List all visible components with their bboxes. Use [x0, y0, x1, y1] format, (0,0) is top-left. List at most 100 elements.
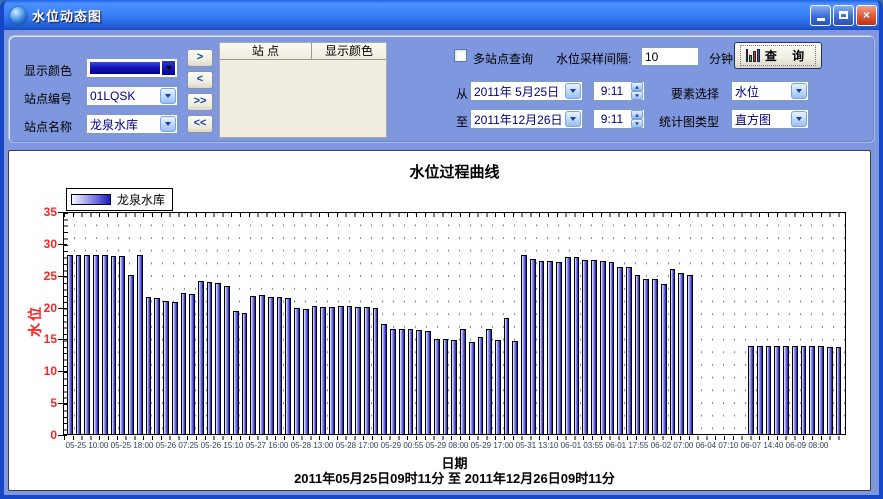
x-tick-label: 05-25 10:00 [66, 441, 109, 450]
bar [486, 329, 492, 434]
bar [670, 269, 676, 434]
interval-input[interactable] [641, 47, 699, 66]
chevron-down-icon[interactable] [160, 88, 176, 104]
to-time-spinner[interactable]: 9:11 [593, 109, 645, 129]
chevron-down-icon[interactable] [160, 116, 176, 132]
bar [242, 313, 248, 434]
bar [652, 279, 658, 434]
chevron-down-icon[interactable] [791, 83, 807, 99]
remove-station-button[interactable]: < [187, 71, 213, 89]
bar [836, 347, 842, 434]
interval-unit-label: 分钟 [709, 50, 733, 67]
bar [119, 256, 125, 434]
y-tick-mark [58, 371, 67, 372]
x-tick-label: 05-29 08:00 [426, 441, 469, 450]
bar [530, 259, 536, 434]
bar [495, 340, 501, 434]
bar [381, 324, 387, 435]
from-label: 从 [456, 85, 468, 102]
bar [661, 284, 667, 434]
bar [478, 337, 484, 434]
bar-series [65, 213, 844, 434]
multi-station-checkbox[interactable] [454, 49, 467, 62]
station-name-combobox[interactable]: 龙泉水库 [86, 114, 178, 134]
bar [154, 298, 160, 434]
spinner-arrows-icon[interactable] [630, 110, 644, 128]
x-tick-label: 06-01 17:55 [606, 441, 649, 450]
bar [617, 267, 623, 434]
bar [626, 267, 632, 434]
y-tick-mark [58, 212, 67, 213]
maximize-button[interactable] [833, 5, 854, 26]
y-tick-mark [58, 435, 67, 436]
query-form-panel: 显示颜色 站点编号 01LQSK 站点名称 龙泉水库 > < >> << [8, 35, 875, 143]
query-button[interactable]: 查 询 [734, 42, 822, 69]
bar [277, 297, 283, 434]
station-list-table[interactable]: 站 点 显示颜色 [219, 42, 387, 138]
minimize-button[interactable] [810, 5, 831, 26]
add-station-button[interactable]: > [187, 49, 213, 67]
bar-chart-icon [746, 49, 760, 62]
bar [512, 341, 518, 434]
legend-swatch [71, 194, 111, 205]
bar [373, 308, 379, 434]
x-tick-label: 05-27 16:00 [246, 441, 289, 450]
close-button[interactable]: × [856, 5, 877, 26]
x-tick-label: 06-01 03:55 [561, 441, 604, 450]
bar [678, 273, 684, 434]
bar [259, 295, 265, 434]
bar [547, 261, 553, 434]
bar [451, 340, 457, 434]
bar [189, 294, 195, 434]
bar [574, 257, 580, 434]
add-all-stations-button[interactable]: >> [187, 93, 213, 111]
bar [364, 307, 370, 434]
bar [469, 342, 475, 434]
chevron-down-icon[interactable] [791, 111, 807, 127]
spinner-arrows-icon[interactable] [630, 82, 644, 100]
bar [408, 329, 414, 434]
maximize-icon [839, 11, 848, 19]
chevron-down-icon[interactable] [161, 61, 175, 75]
bar [215, 283, 221, 434]
bar [434, 339, 440, 434]
bar [347, 306, 353, 434]
remove-all-stations-button[interactable]: << [187, 115, 213, 133]
titlebar[interactable]: 水位动态图 × [0, 0, 883, 30]
bar [591, 260, 597, 434]
bar [268, 297, 274, 434]
chevron-down-icon[interactable] [565, 111, 581, 127]
globe-icon [10, 7, 27, 24]
window-body: 显示颜色 站点编号 01LQSK 站点名称 龙泉水库 > < >> << [4, 30, 879, 495]
from-time-spinner[interactable]: 9:11 [593, 81, 645, 101]
element-combobox[interactable]: 水位 [731, 81, 809, 101]
chart-type-combobox[interactable]: 直方图 [731, 109, 809, 129]
bar [818, 346, 824, 434]
to-date-picker[interactable]: 2011年12月26日 [470, 109, 583, 129]
window-title: 水位动态图 [32, 6, 102, 25]
station-id-combobox[interactable]: 01LQSK [86, 86, 178, 106]
bar [425, 331, 431, 434]
chevron-down-icon[interactable] [565, 83, 581, 99]
bar [801, 346, 807, 434]
x-tick-label: 05-28 13:00 [291, 441, 334, 450]
station-id-label: 站点编号 [24, 90, 72, 107]
bottom-tick-marks [64, 436, 845, 440]
bar [809, 346, 815, 434]
bar [294, 308, 300, 434]
bar [233, 311, 239, 434]
from-date-picker[interactable]: 2011年 5月25日 [470, 81, 583, 101]
x-tick-label: 05-29 00:55 [381, 441, 424, 450]
bar [76, 255, 82, 434]
y-tick-label: 5 [27, 396, 57, 410]
bar [303, 309, 309, 434]
bar [766, 346, 772, 434]
x-tick-label: 05-26 07:25 [156, 441, 199, 450]
bar [250, 296, 256, 434]
y-tick-mark [58, 308, 67, 309]
bar [539, 261, 545, 434]
chart-date-range: 2011年05月25日09时11分 至 2011年12月26日09时11分 [63, 468, 846, 487]
display-color-combobox[interactable] [86, 58, 178, 78]
element-label: 要素选择 [671, 85, 719, 102]
bar [320, 307, 326, 434]
